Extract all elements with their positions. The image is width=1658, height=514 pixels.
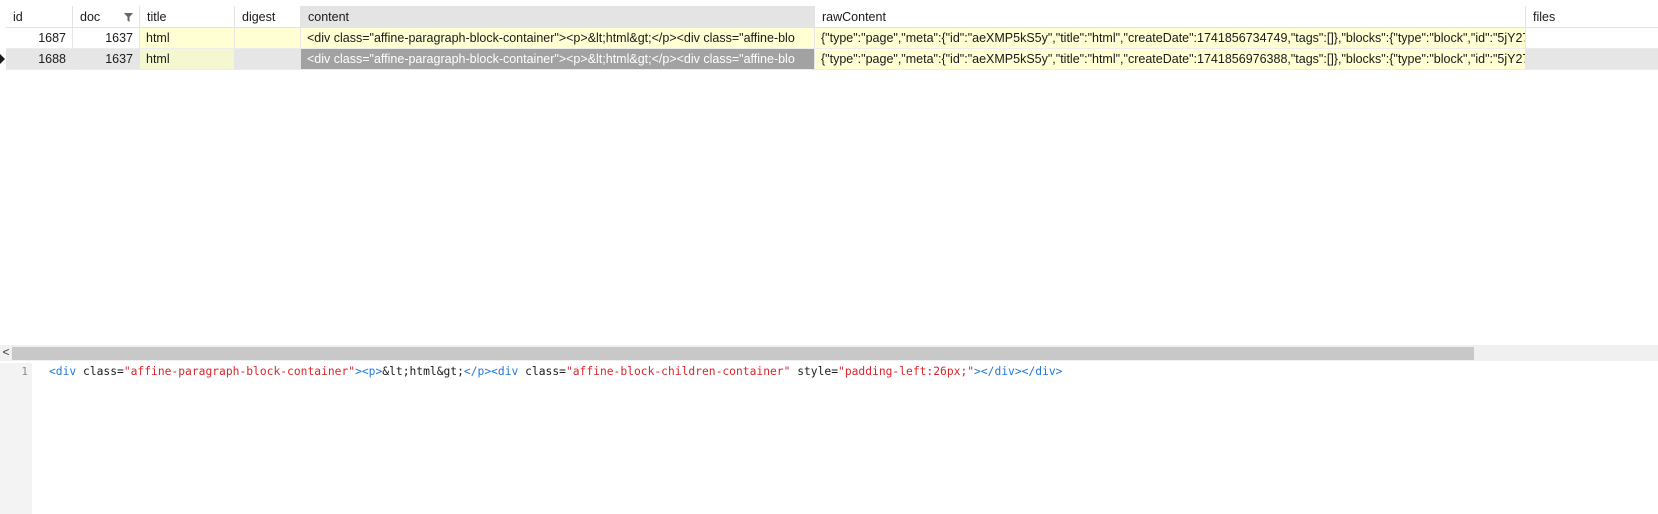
column-header-digest[interactable]: digest (235, 6, 301, 28)
column-header-row: id doc title digest content rawContent f… (0, 6, 1658, 28)
scrollbar-thumb[interactable] (12, 347, 1474, 360)
column-header-label: digest (242, 10, 276, 24)
cell-rawcontent[interactable]: {"type":"page","meta":{"id":"aeXMP5kS5y"… (815, 49, 1526, 70)
cell-digest[interactable] (235, 28, 301, 49)
code-token-tag: ><p> (355, 365, 383, 378)
line-number-gutter: 1 (0, 363, 32, 514)
table-row[interactable]: 1687 1637 html <div class="affine-paragr… (0, 28, 1658, 49)
table-row[interactable]: 1688 1637 html <div class="affine-paragr… (0, 49, 1658, 70)
cell-title[interactable]: html (140, 49, 235, 70)
data-grid: id doc title digest content rawContent f… (0, 6, 1658, 342)
code-line[interactable]: <div class="affine-paragraph-block-conta… (49, 363, 1062, 381)
code-token-str: "affine-paragraph-block-container" (123, 365, 356, 378)
column-header-label: files (1533, 10, 1556, 24)
code-token-attr: class= (76, 365, 124, 378)
column-header-files[interactable]: files (1526, 6, 1658, 28)
cell-rawcontent[interactable]: {"type":"page","meta":{"id":"aeXMP5kS5y"… (815, 28, 1526, 49)
column-header-doc[interactable]: doc (73, 6, 140, 28)
column-header-label: content (308, 10, 350, 24)
code-token-text: &lt;html&gt; (382, 365, 464, 378)
column-header-label: rawContent (822, 10, 886, 24)
column-header-title[interactable]: title (140, 6, 235, 28)
horizontal-scrollbar[interactable]: < (0, 345, 1658, 361)
cell-files[interactable] (1526, 28, 1658, 49)
code-token-tag: </p><div (463, 365, 519, 378)
code-token-attr: style= (790, 365, 839, 378)
current-row-arrow-icon (0, 54, 5, 64)
column-header-label: title (147, 10, 167, 24)
cell-content-selected[interactable]: <div class="affine-paragraph-block-conta… (301, 49, 815, 70)
cell-title[interactable]: html (140, 28, 235, 49)
cell-files[interactable] (1526, 49, 1658, 70)
cell-id[interactable]: 1688 (6, 49, 73, 70)
cell-id[interactable]: 1687 (6, 28, 73, 49)
filter-icon[interactable] (124, 13, 133, 22)
cell-doc[interactable]: 1637 (73, 49, 140, 70)
line-number: 1 (21, 365, 28, 378)
code-token-tag: <div (49, 365, 77, 378)
cell-content[interactable]: <div class="affine-paragraph-block-conta… (301, 28, 815, 49)
cell-digest[interactable] (235, 49, 301, 70)
column-header-label: id (13, 10, 23, 24)
column-header-rawcontent[interactable]: rawContent (815, 6, 1526, 28)
column-header-label: doc (80, 10, 101, 24)
cell-doc[interactable]: 1637 (73, 28, 140, 49)
scroll-left-arrow-icon[interactable]: < (0, 345, 12, 361)
code-token-attr: class= (518, 365, 566, 378)
code-token-tag: ></div></div> (974, 365, 1063, 378)
column-header-content[interactable]: content (301, 6, 815, 28)
column-header-id[interactable]: id (6, 6, 73, 28)
value-editor[interactable]: 1 <div class="affine-paragraph-block-con… (0, 363, 1658, 514)
code-token-str: "padding-left:26px;" (838, 365, 975, 378)
code-token-str: "affine-block-children-container" (565, 365, 791, 378)
